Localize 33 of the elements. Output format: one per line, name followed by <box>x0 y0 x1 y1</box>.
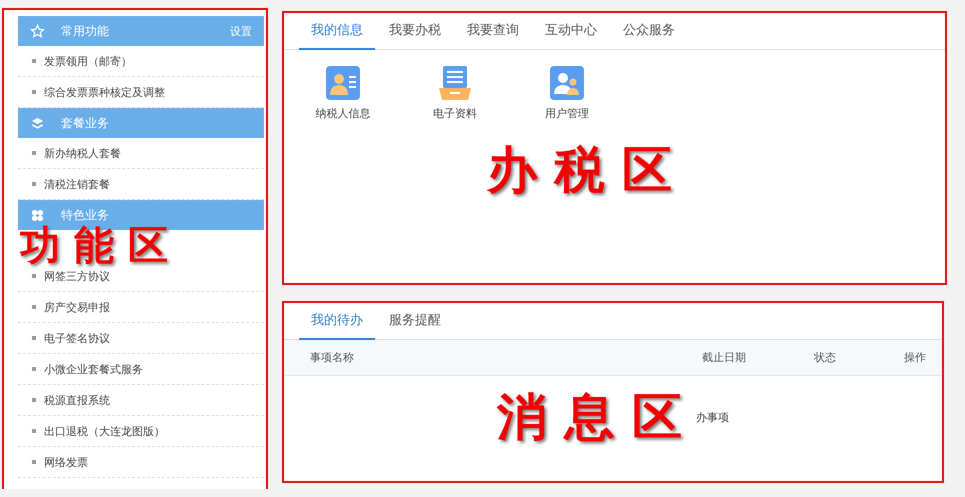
star-icon <box>30 24 45 38</box>
person-card-icon[interactable] <box>326 66 360 100</box>
section-title: 特色业务 <box>61 206 110 224</box>
layers-icon <box>30 116 45 130</box>
tab[interactable]: 我要办税 <box>377 13 453 50</box>
tab[interactable]: 服务提醒 <box>377 303 453 340</box>
column-header: 状态 <box>813 350 836 365</box>
tab[interactable]: 我的信息 <box>299 13 375 50</box>
menu-item[interactable]: 出口退税（大连龙图版） <box>18 416 264 447</box>
menu-item[interactable]: 小微企业套餐式服务 <box>18 354 264 385</box>
shortcut-label[interactable]: 用户管理 <box>545 106 589 121</box>
menu-item[interactable]: 房产交易申报 <box>18 292 264 323</box>
users-icon[interactable] <box>550 66 584 100</box>
document-tray-icon[interactable] <box>438 66 472 100</box>
tab[interactable]: 互动中心 <box>533 13 609 50</box>
column-header: 操作 <box>903 350 926 365</box>
menu-item[interactable]: 网络发票 <box>18 447 264 478</box>
tab[interactable]: 公众服务 <box>611 13 687 50</box>
clover-icon <box>30 208 45 222</box>
column-header: 事项名称 <box>310 350 355 365</box>
menu-item[interactable]: 税源直报系统 <box>18 385 264 416</box>
section-title: 常用功能 <box>61 22 110 40</box>
column-header: 截止日期 <box>701 350 746 365</box>
tab[interactable]: 我要查询 <box>455 13 531 50</box>
section-title: 套餐业务 <box>61 114 110 132</box>
empty-message: 办事项 <box>696 410 729 425</box>
annotation-label: 办 税 区 <box>487 140 672 201</box>
shortcut-label[interactable]: 纳税人信息 <box>316 106 370 121</box>
annotation-label: 消 息 区 <box>497 387 682 448</box>
shortcut-label[interactable]: 电子资料 <box>433 106 477 121</box>
menu-item[interactable]: 发票领用（邮寄） <box>18 46 264 77</box>
menu-item[interactable]: 新办纳税人套餐 <box>18 138 264 169</box>
menu-item[interactable]: 电子签名协议 <box>18 323 264 354</box>
